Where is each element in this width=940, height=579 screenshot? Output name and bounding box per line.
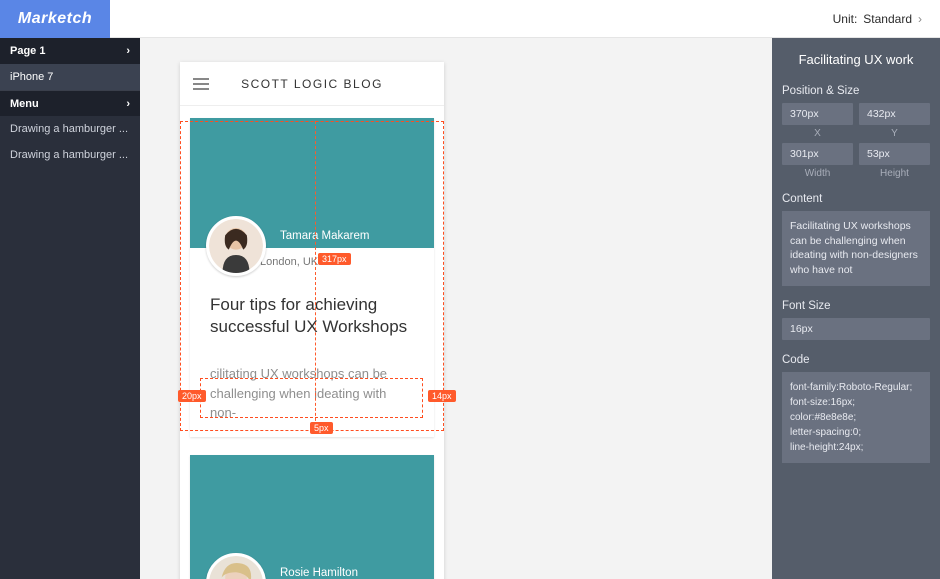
canvas[interactable]: SCOTT LOGIC BLOG Tamara Makarem London, … <box>140 38 772 579</box>
field-x-label: X <box>782 128 853 139</box>
hamburger-icon[interactable] <box>180 78 222 90</box>
field-width-label: Width <box>782 168 853 179</box>
field-x[interactable]: 370px <box>782 103 853 125</box>
card-hero: Rosie Hamilton <box>190 455 434 579</box>
sidebar-layer-label: Drawing a hamburger ... <box>10 149 130 161</box>
artboard-title: SCOTT LOGIC BLOG <box>222 77 402 91</box>
chevron-right-icon: › <box>126 98 130 110</box>
sidebar: Page 1 › iPhone 7 Menu › Drawing a hambu… <box>0 38 140 579</box>
artboard[interactable]: SCOTT LOGIC BLOG Tamara Makarem London, … <box>180 62 444 579</box>
content-value[interactable]: Facilitating UX workshops can be challen… <box>782 211 930 286</box>
fontsize-value[interactable]: 16px <box>782 318 930 340</box>
avatar <box>206 216 266 276</box>
section-heading: Font Size <box>782 300 930 312</box>
chevron-right-icon: › <box>918 12 922 26</box>
field-y-label: Y <box>859 128 930 139</box>
unit-selector[interactable]: Unit: Standard › <box>833 12 940 26</box>
card-body: Four tips for achieving successful UX Wo… <box>190 282 434 352</box>
field-height[interactable]: 53px <box>859 143 930 165</box>
card-excerpt: cilitating UX workshops can be challengi… <box>190 364 434 437</box>
section-heading: Code <box>782 354 930 366</box>
inspector-title: Facilitating UX work <box>772 38 940 81</box>
sidebar-layer[interactable]: Drawing a hamburger ... <box>0 116 140 142</box>
section-position-size: Position & Size 370px X 432px Y 301px Wi… <box>772 81 940 189</box>
chevron-right-icon: › <box>126 45 130 57</box>
section-heading: Content <box>782 193 930 205</box>
sidebar-menu-label: Menu <box>10 98 126 110</box>
unit-label: Unit: <box>833 12 858 26</box>
sidebar-page[interactable]: Page 1 › <box>0 38 140 64</box>
app-logo: Marketch <box>0 0 110 38</box>
blog-card[interactable]: Rosie Hamilton Newcastle, UK <box>190 455 434 579</box>
sidebar-device-label: iPhone 7 <box>10 71 130 83</box>
sidebar-menu[interactable]: Menu › <box>0 90 140 116</box>
code-value[interactable]: font-family:Roboto-Regular; font-size:16… <box>782 372 930 463</box>
sidebar-page-label: Page 1 <box>10 45 126 57</box>
blog-card[interactable]: Tamara Makarem London, UK Four tips for … <box>190 118 434 437</box>
sidebar-layer[interactable]: Drawing a hamburger ... <box>0 142 140 168</box>
avatar <box>206 553 266 579</box>
card-hero: Tamara Makarem <box>190 118 434 248</box>
sidebar-device[interactable]: iPhone 7 <box>0 64 140 90</box>
sidebar-layer-label: Drawing a hamburger ... <box>10 123 130 135</box>
topbar: Marketch Unit: Standard › <box>0 0 940 38</box>
artboard-header: SCOTT LOGIC BLOG <box>180 62 444 106</box>
field-y[interactable]: 432px <box>859 103 930 125</box>
section-fontsize: Font Size 16px <box>772 296 940 350</box>
section-content: Content Facilitating UX workshops can be… <box>772 189 940 296</box>
field-width[interactable]: 301px <box>782 143 853 165</box>
section-heading: Position & Size <box>782 85 930 97</box>
inspector: Facilitating UX work Position & Size 370… <box>772 38 940 579</box>
card-title: Four tips for achieving successful UX Wo… <box>210 294 414 338</box>
field-height-label: Height <box>859 168 930 179</box>
unit-value: Standard <box>863 12 912 26</box>
section-code: Code font-family:Roboto-Regular; font-si… <box>772 350 940 473</box>
